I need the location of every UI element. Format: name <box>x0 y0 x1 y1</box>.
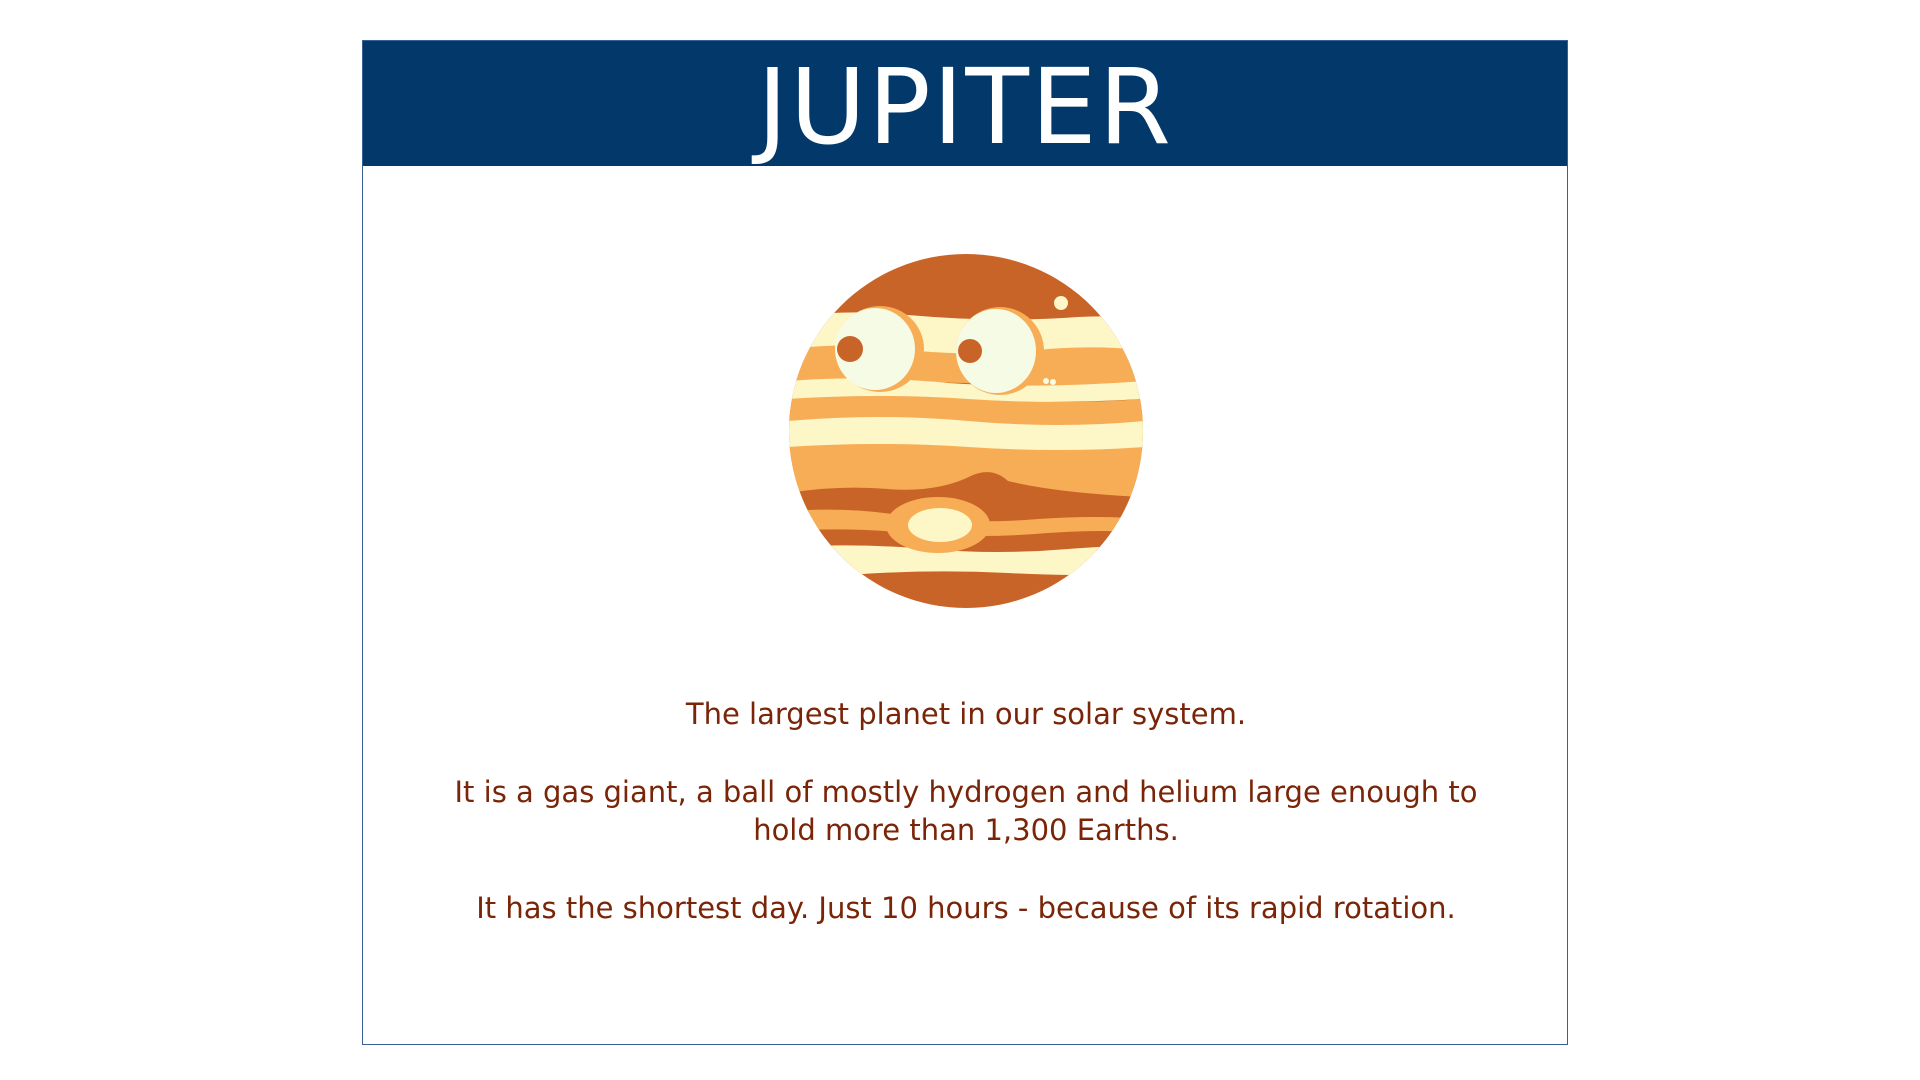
jupiter-illustration <box>788 253 1144 609</box>
slide-title: JUPITER <box>757 45 1173 168</box>
fact-shortest-day: It has the shortest day. Just 10 hours -… <box>476 891 1456 925</box>
title-banner: JUPITER <box>363 41 1567 166</box>
facts-text-block: The largest planet in our solar system. … <box>403 695 1529 967</box>
slide-card: JUPITER The largest planet in our solar … <box>362 40 1568 1045</box>
fact-gas-giant: It is a gas giant, a ball of mostly hydr… <box>454 775 1478 847</box>
jupiter-cartoon-planet-icon <box>789 254 1143 608</box>
fact-largest-planet: The largest planet in our solar system. <box>685 697 1247 731</box>
